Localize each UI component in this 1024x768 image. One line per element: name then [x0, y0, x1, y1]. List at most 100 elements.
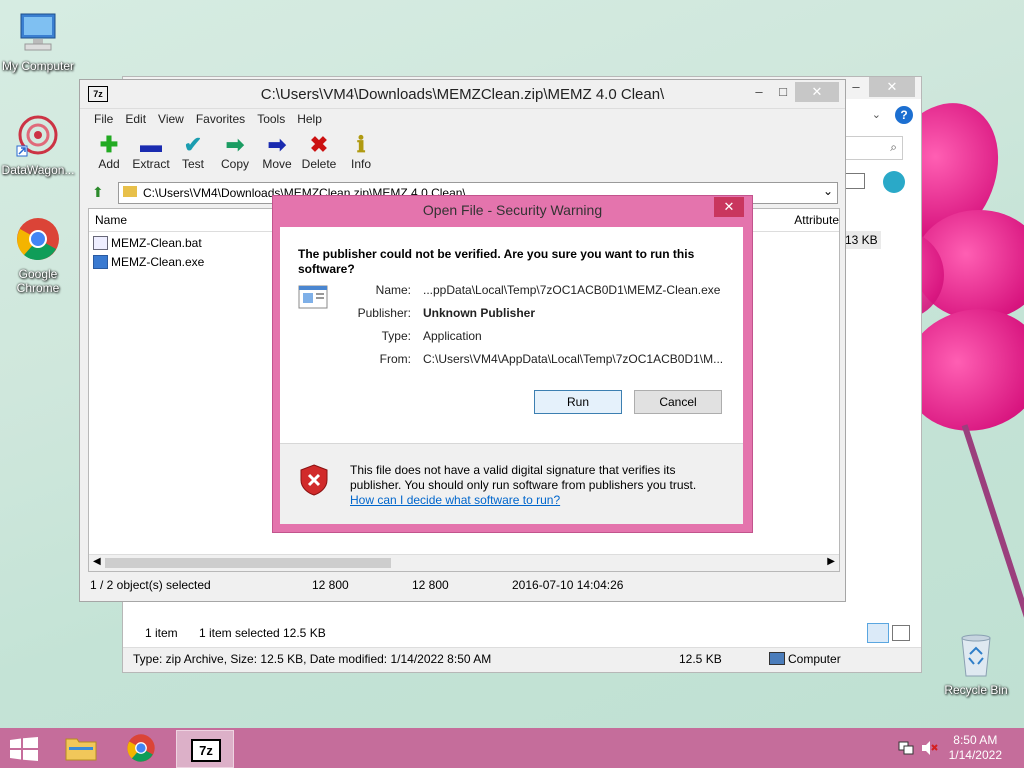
dialog-question: The publisher could not be verified. Are… [298, 247, 695, 276]
taskbar-file-explorer[interactable] [53, 730, 109, 766]
toolbar-move-button[interactable]: ➡ Move [256, 129, 298, 179]
desktop-icon-google-chrome[interactable]: Google Chrome [0, 216, 76, 295]
chrome-icon [17, 218, 59, 260]
size-column-cell: 13 KB [845, 231, 881, 249]
menu-help[interactable]: Help [291, 109, 328, 129]
menu-view[interactable]: View [152, 109, 190, 129]
chevron-down-icon[interactable]: ⌄ [872, 108, 881, 121]
help-icon[interactable]: ? [895, 106, 913, 124]
publisher-label: Publisher: [357, 306, 411, 320]
toolbar-button-label: Copy [220, 157, 249, 171]
check-icon: ✔ [183, 132, 203, 157]
sevenzip-titlebar[interactable]: 7z C:\Users\VM4\Downloads\MEMZClean.zip\… [80, 80, 845, 108]
datawagon-icon [16, 115, 58, 157]
details-size: 12.5 KB [679, 652, 722, 666]
view-pane-icon[interactable] [845, 173, 865, 189]
shield-warning-icon [300, 464, 328, 496]
status-modified: 2016-07-10 14:04:26 [512, 578, 624, 592]
desktop-icon-recycle-bin[interactable]: Recycle Bin [938, 632, 1014, 697]
toolbar-info-button[interactable]: ℹ Info [340, 129, 382, 179]
from-label: From: [379, 352, 411, 366]
batch-file-icon [93, 236, 108, 250]
maximize-button[interactable]: □ [771, 82, 795, 102]
scrollbar-thumb[interactable] [105, 558, 391, 568]
globe-icon [883, 171, 905, 193]
sevenzip-title: C:\Users\VM4\Downloads\MEMZClean.zip\MEM… [260, 86, 665, 103]
folder-icon [123, 186, 137, 197]
desktop-icon-label: My Computer [1, 59, 75, 73]
sevenzip-toolbar: ✚ Add ▬ Extract ✔ Test ➡ Copy ➡ Move ✖ Delete ℹ Info [80, 129, 845, 179]
desktop-icon-label: Google Chrome [16, 267, 60, 295]
details-view-icon[interactable] [867, 623, 889, 643]
computer-icon [20, 13, 56, 51]
dialog-warning-area: This file does not have a valid digital … [280, 444, 743, 524]
windows-start-icon[interactable] [10, 737, 38, 761]
copy-arrow-icon: ➡ [225, 132, 245, 157]
type-value: Application [423, 329, 482, 343]
chrome-icon [127, 734, 155, 762]
explorer-status-size: 12.5 KB [283, 626, 326, 640]
column-attributes[interactable]: Attribute [794, 213, 839, 227]
minus-icon: ▬ [140, 132, 162, 157]
menu-edit[interactable]: Edit [119, 109, 152, 129]
details-location: Computer [788, 652, 841, 666]
desktop-icon-my-computer[interactable]: My Computer [0, 12, 76, 73]
7zip-icon: 7z [191, 739, 221, 762]
run-button[interactable]: Run [534, 390, 622, 414]
toolbar-delete-button[interactable]: ✖ Delete [298, 129, 340, 179]
toolbar-test-button[interactable]: ✔ Test [172, 129, 214, 179]
name-label: Name: [375, 283, 411, 297]
close-button[interactable]: ✕ [795, 82, 839, 102]
desktop-icon-label: DataWagon... [1, 163, 75, 177]
status-selected: 1 / 2 object(s) selected [90, 578, 211, 592]
column-name[interactable]: Name [95, 213, 127, 227]
clock-time: 8:50 AM [953, 733, 998, 747]
info-icon: ℹ [356, 132, 366, 157]
volume-muted-icon[interactable] [921, 740, 939, 756]
large-icons-view-icon[interactable] [892, 625, 910, 641]
details-text: Type: zip Archive, Size: 12.5 KB, Date m… [133, 652, 492, 666]
type-label: Type: [381, 329, 411, 343]
menu-favorites[interactable]: Favorites [190, 109, 251, 129]
desktop-icon-label: Recycle Bin [944, 683, 1008, 697]
name-value: ...ppData\Local\Temp\7zOC1ACB0D1\MEMZ-Cl… [423, 283, 721, 297]
move-arrow-icon: ➡ [267, 132, 287, 157]
sevenzip-menubar: File Edit View Favorites Tools Help [80, 108, 845, 129]
toolbar-copy-button[interactable]: ➡ Copy [214, 129, 256, 179]
desktop-icon-datawagon[interactable]: DataWagon... [0, 112, 76, 177]
horizontal-scrollbar[interactable]: ◀ ▶ [89, 554, 839, 571]
toolbar-add-button[interactable]: ✚ Add [88, 129, 130, 179]
close-button[interactable]: ✕ [869, 77, 915, 97]
computer-small-icon [769, 652, 785, 665]
cancel-button[interactable]: Cancel [634, 390, 722, 414]
delete-x-icon: ✖ [309, 132, 329, 157]
help-link[interactable]: How can I decide what software to run? [350, 493, 560, 507]
search-icon: ⌕ [890, 140, 897, 154]
scroll-left-icon[interactable]: ◀ [93, 556, 101, 567]
chevron-down-icon[interactable]: ⌄ [823, 184, 833, 198]
toolbar-extract-button[interactable]: ▬ Extract [130, 129, 172, 179]
from-value: C:\Users\VM4\AppData\Local\Temp\7zOC1ACB… [423, 352, 724, 366]
scroll-right-icon[interactable]: ▶ [827, 556, 835, 567]
dialog-body: The publisher could not be verified. Are… [280, 227, 743, 524]
toolbar-button-label: Move [262, 157, 292, 171]
dialog-close-button[interactable]: ✕ [714, 197, 744, 217]
search-box[interactable]: ⌕ [841, 136, 903, 160]
taskbar-chrome[interactable] [114, 730, 170, 766]
taskbar-7zip[interactable]: 7z [176, 730, 234, 768]
menu-file[interactable]: File [88, 109, 119, 129]
minimize-button[interactable]: – [747, 82, 771, 102]
clock-date: 1/14/2022 [948, 748, 1002, 762]
explorer-status-items: 1 item [145, 626, 178, 640]
network-icon[interactable] [898, 740, 914, 756]
minimize-button[interactable]: – [843, 77, 869, 97]
taskbar-clock[interactable]: 8:50 AM 1/14/2022 [949, 733, 1002, 763]
warning-message: This file does not have a valid digital … [350, 463, 697, 492]
warning-text: This file does not have a valid digital … [350, 463, 720, 508]
menu-tools[interactable]: Tools [251, 109, 291, 129]
dialog-title: Open File - Security Warning [422, 202, 603, 218]
up-folder-icon[interactable]: ⬆ [92, 184, 104, 201]
sevenzip-statusbar: 1 / 2 object(s) selected 12 800 12 800 2… [88, 574, 838, 596]
explorer-status-selected: 1 item selected [199, 626, 280, 640]
security-warning-dialog[interactable]: Open File - Security Warning ✕ The publi… [272, 195, 753, 533]
